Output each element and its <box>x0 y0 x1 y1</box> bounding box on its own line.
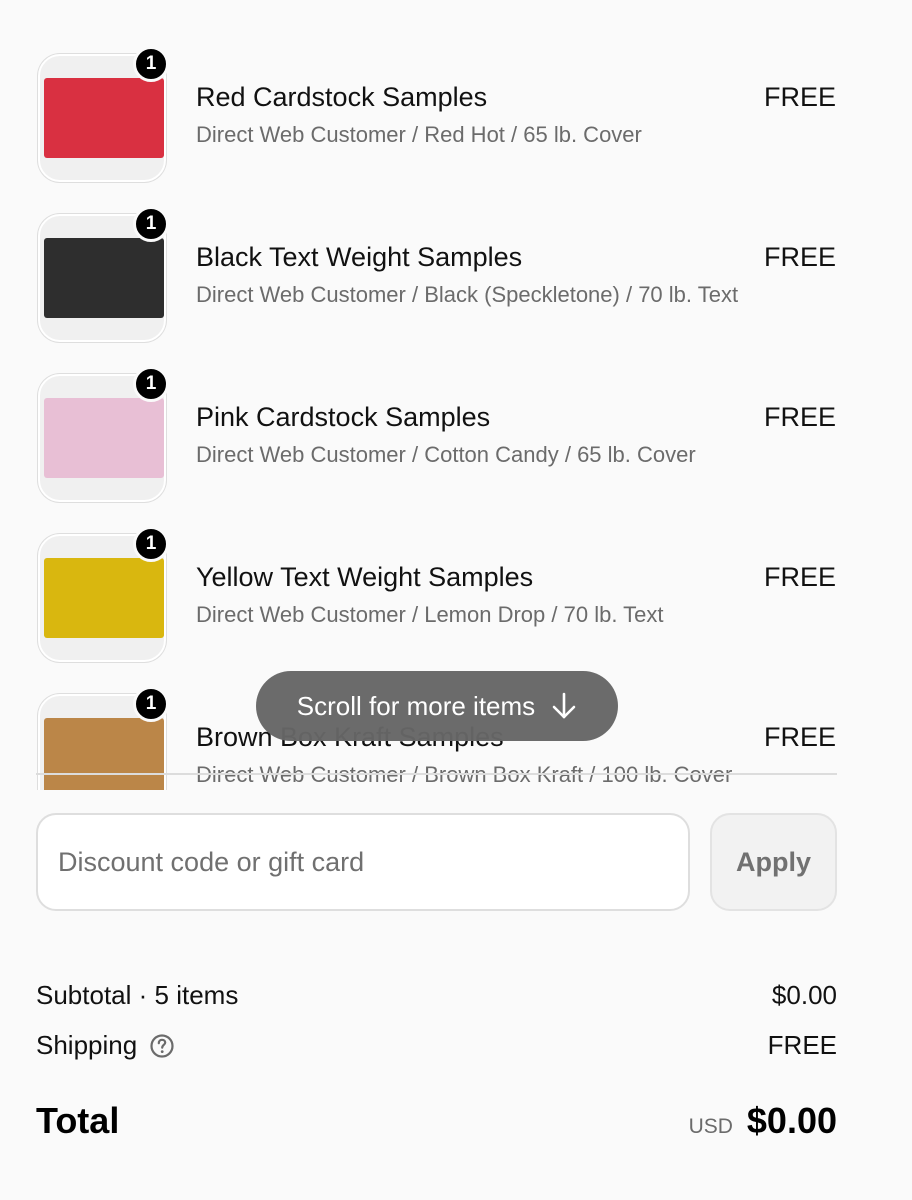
product-price: FREE <box>763 82 836 112</box>
subtotal-row: Subtotal · 5 items $0.00 <box>36 980 837 1011</box>
scroll-hint-label: Scroll for more items <box>296 690 536 721</box>
product-variant: Direct Web Customer / Lemon Drop / 70 lb… <box>196 602 664 627</box>
line-item: 1 Yellow Text Weight Samples Direct Web … <box>36 526 836 664</box>
subtotal-label: Subtotal · 5 items <box>36 980 239 1010</box>
quantity-badge: 1 <box>133 526 169 562</box>
total-row: Total USD $0.00 <box>36 1100 837 1142</box>
product-swatch <box>44 558 164 638</box>
discount-code-input[interactable] <box>36 813 690 911</box>
product-price: FREE <box>763 402 836 432</box>
product-price: FREE <box>763 562 836 592</box>
arrow-down-icon <box>551 692 577 720</box>
subtotal-value: $0.00 <box>771 980 837 1010</box>
product-name: Black Text Weight Samples <box>196 242 523 272</box>
product-price: FREE <box>763 722 836 752</box>
apply-discount-button[interactable]: Apply <box>710 813 837 911</box>
product-swatch <box>44 238 164 318</box>
total-amount-group: USD $0.00 <box>689 1100 837 1142</box>
total-value: $0.00 <box>746 1100 837 1141</box>
quantity-badge: 1 <box>133 366 169 402</box>
product-price: FREE <box>763 242 836 272</box>
shipping-value: FREE <box>767 1030 837 1060</box>
product-name: Pink Cardstock Samples <box>196 402 491 432</box>
quantity-badge: 1 <box>133 206 169 242</box>
order-summary: 1 Red Cardstock Samples Direct Web Custo… <box>0 0 912 1200</box>
product-swatch <box>44 398 164 478</box>
items-divider <box>36 773 837 775</box>
quantity-badge: 1 <box>133 686 169 722</box>
quantity-badge: 1 <box>133 46 169 82</box>
question-circle-icon[interactable] <box>149 1033 175 1059</box>
line-item: 1 Red Cardstock Samples Direct Web Custo… <box>36 46 836 184</box>
line-item: 1 Pink Cardstock Samples Direct Web Cust… <box>36 366 836 504</box>
product-variant: Direct Web Customer / Cotton Candy / 65 … <box>196 442 696 467</box>
line-item: 1 Black Text Weight Samples Direct Web C… <box>36 206 836 344</box>
product-name: Yellow Text Weight Samples <box>196 562 534 592</box>
product-name: Red Cardstock Samples <box>196 82 488 112</box>
scroll-for-more-button[interactable]: Scroll for more items <box>256 671 618 741</box>
shipping-label: Shipping <box>36 1030 138 1060</box>
product-swatch <box>44 718 164 790</box>
product-variant: Direct Web Customer / Red Hot / 65 lb. C… <box>196 122 642 147</box>
product-variant: Direct Web Customer / Black (Speckletone… <box>196 282 739 307</box>
currency-code: USD <box>688 1115 733 1138</box>
total-label: Total <box>36 1100 120 1141</box>
shipping-row: Shipping FREE <box>36 1030 837 1061</box>
shipping-label-group: Shipping <box>36 1030 175 1061</box>
product-swatch <box>44 78 164 158</box>
